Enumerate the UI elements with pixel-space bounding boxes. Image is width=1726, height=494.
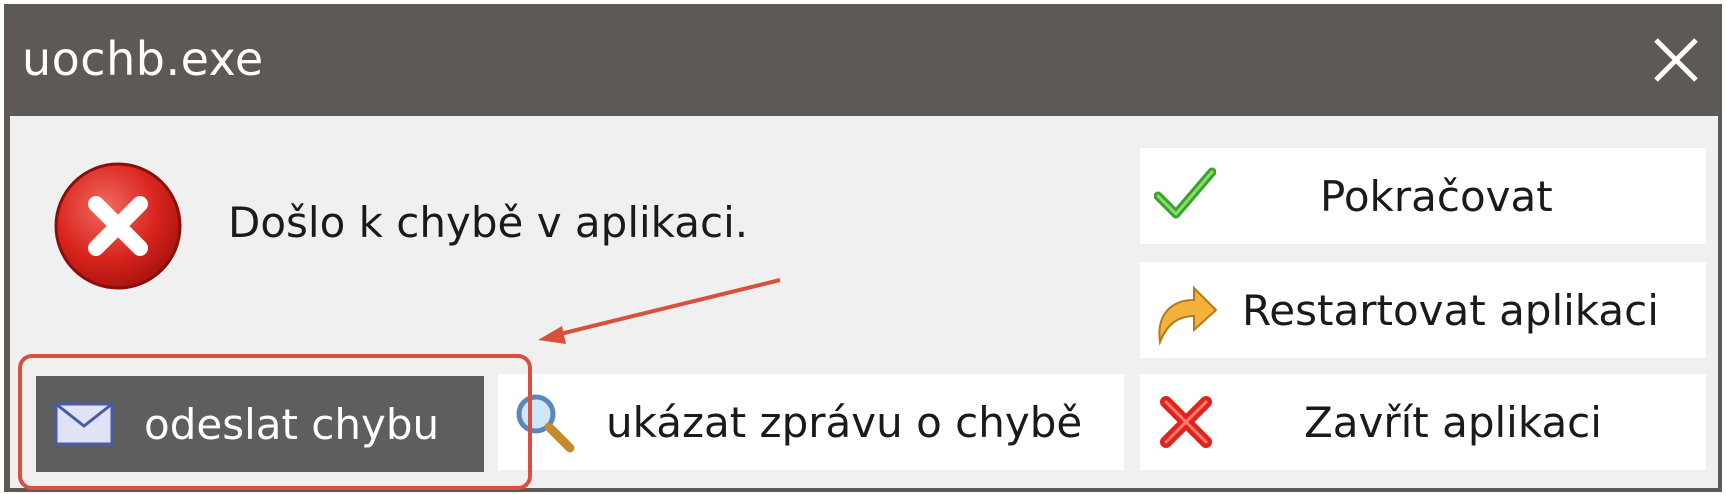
window-title: uochb.exe [22, 32, 264, 86]
restart-app-button-label: Restartovat aplikaci [1242, 285, 1659, 335]
envelope-icon [54, 402, 114, 446]
close-icon[interactable] [1644, 28, 1708, 92]
send-error-button[interactable]: odeslat chybu [36, 376, 484, 472]
dialog-body: Došlo k chybě v aplikaci. Pokračovat Res… [10, 116, 1718, 490]
close-app-button-label: Zavřít aplikaci [1304, 397, 1602, 447]
continue-button[interactable]: Pokračovat [1140, 148, 1706, 244]
curved-arrow-icon [1158, 285, 1218, 346]
red-x-icon [1160, 396, 1212, 448]
restart-app-button[interactable]: Restartovat aplikaci [1140, 262, 1706, 358]
error-dialog-window: uochb.exe Došlo k chybě v aplikaci. Pokr… [4, 4, 1722, 492]
checkmark-icon [1154, 167, 1216, 219]
magnifier-icon [516, 394, 575, 453]
error-message: Došlo k chybě v aplikaci. [228, 198, 749, 247]
error-icon [54, 162, 182, 290]
show-error-report-button[interactable]: ukázat zprávu o chybě [498, 374, 1124, 470]
send-error-button-label: odeslat chybu [144, 399, 440, 449]
close-app-button[interactable]: Zavřít aplikaci [1140, 374, 1706, 470]
continue-button-label: Pokračovat [1320, 171, 1553, 221]
show-error-report-button-label: ukázat zprávu o chybě [606, 397, 1083, 447]
title-bar[interactable]: uochb.exe [4, 4, 1722, 114]
